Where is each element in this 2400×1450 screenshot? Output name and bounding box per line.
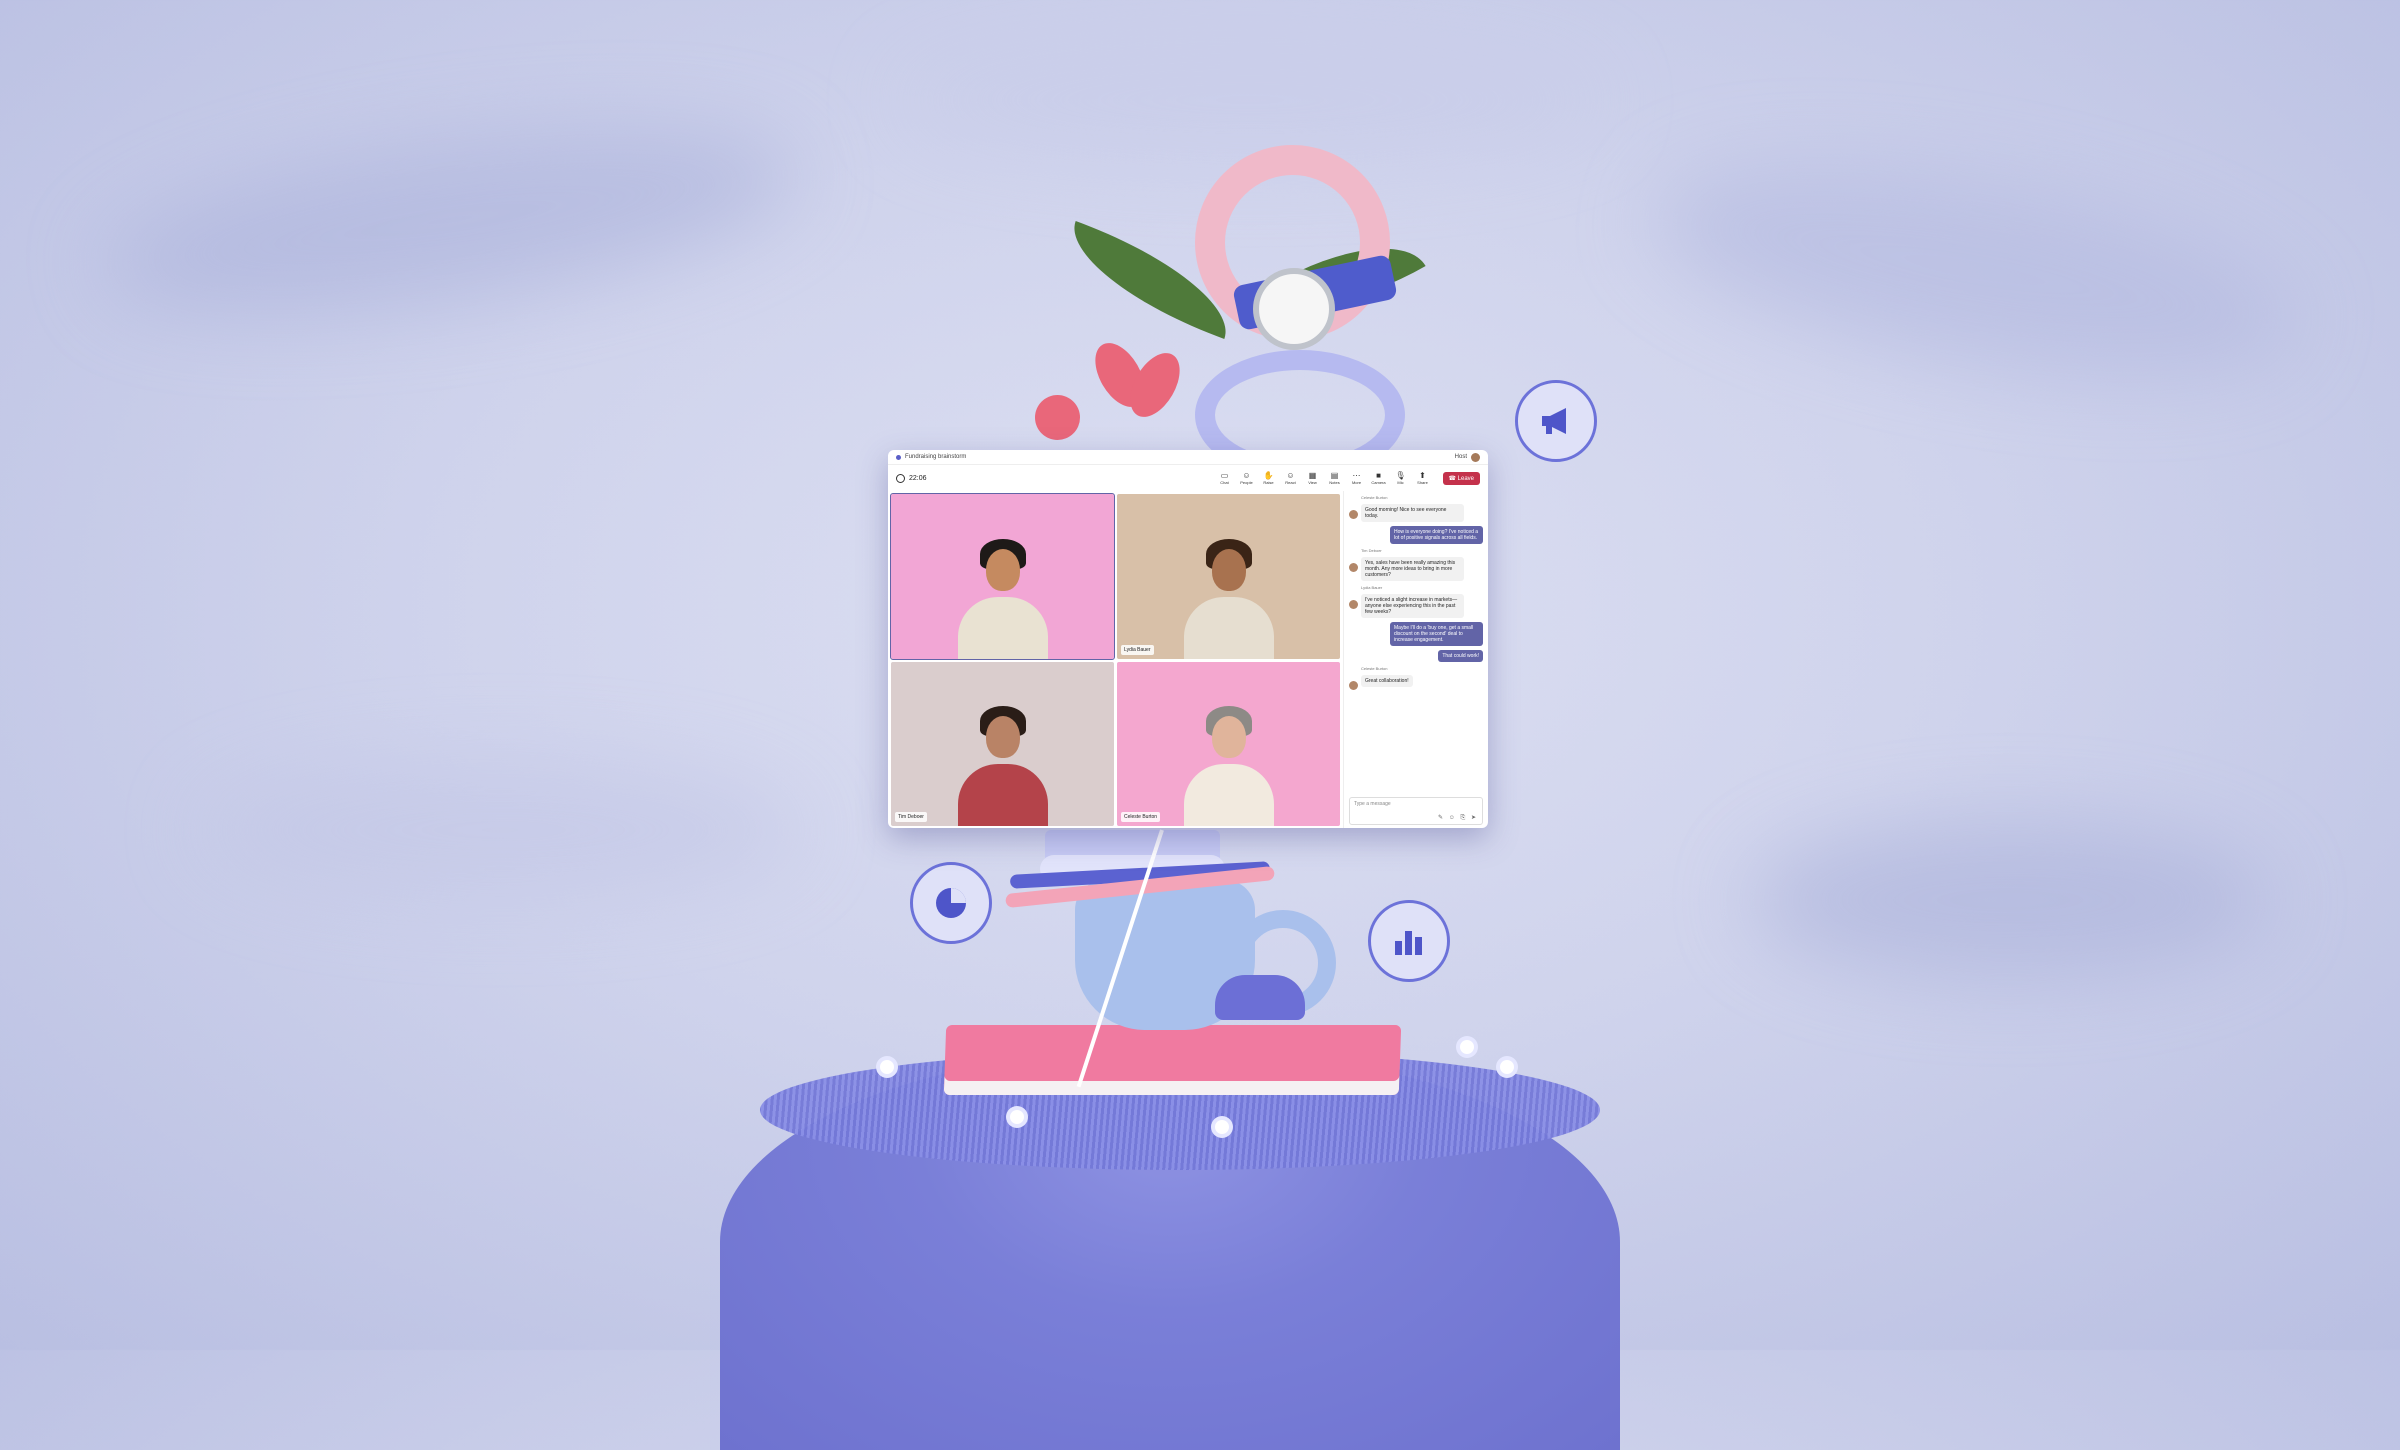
video-grid: Lydia Bauer Tim Deboer Celeste Burton (888, 491, 1343, 828)
participant-video (1183, 538, 1274, 659)
clock-icon (1253, 268, 1335, 350)
meeting-timer: 22:06 (896, 473, 927, 483)
message-sender: Tim Deboer (1361, 548, 1382, 553)
share-button[interactable]: ⬆ Share (1415, 471, 1431, 485)
window-title: Fundraising brainstorm (905, 454, 967, 460)
chat-button[interactable]: ▭ Chat (1217, 471, 1233, 485)
share-icon: ⬆ (1419, 471, 1426, 480)
emoji-icon: ☺ (1286, 471, 1295, 480)
flower-petal (1035, 395, 1080, 440)
meeting-toolbar: 22:06 ▭ Chat ☺ People ✋ Raise ☺ React ▦ View … (888, 465, 1488, 491)
message-bubble: I've noticed a slight increase in market… (1361, 594, 1464, 618)
chat-message: Great collaboration! (1349, 675, 1483, 690)
compose-icons[interactable]: ✎ ☺ ⎘ ➤ (1438, 814, 1478, 822)
chat-message-sent: That could work! (1438, 650, 1483, 662)
message-sender: Celeste Burton (1361, 666, 1388, 671)
chat-panel: Celeste Burton Good morning! Nice to see … (1343, 491, 1488, 828)
chat-message: I've noticed a slight increase in market… (1349, 594, 1483, 618)
organizer-label: Host (1454, 454, 1467, 460)
message-bubble: Great collaboration! (1361, 675, 1413, 687)
message-sender: Lydia Bauer (1361, 585, 1383, 590)
flower (1500, 1060, 1514, 1074)
megaphone-icon (1515, 380, 1597, 462)
video-tile[interactable]: Lydia Bauer (1117, 494, 1340, 659)
flower (1460, 1040, 1474, 1054)
message-sender: Celeste Burton (1361, 495, 1388, 500)
flower (1010, 1110, 1024, 1124)
participant-video (1183, 706, 1274, 826)
timer-text: 22:06 (909, 474, 927, 482)
chat-icon: ▭ (1220, 471, 1229, 480)
avatar[interactable] (1471, 452, 1480, 462)
flower (1215, 1120, 1229, 1134)
avatar (1349, 600, 1358, 609)
participant-body (957, 596, 1048, 659)
camera-button[interactable]: ■ Camera (1371, 471, 1387, 485)
participant-face (1211, 716, 1246, 758)
participant-face (985, 548, 1020, 591)
grid-icon: ▦ (1308, 471, 1317, 480)
video-tile[interactable]: Celeste Burton (1117, 661, 1340, 826)
participant-name: Lydia Bauer (1121, 644, 1154, 655)
background-wave (92, 92, 808, 348)
participant-video (957, 538, 1048, 659)
avatar (1349, 563, 1358, 572)
notes-button[interactable]: ▤ Notes (1327, 471, 1343, 485)
mic-icon: 🎙 (1395, 471, 1406, 480)
notes-icon: ▤ (1330, 471, 1339, 480)
background-wave (200, 760, 800, 900)
chat-message: Good morning! Nice to see everyone today… (1349, 504, 1483, 522)
shield-icon (896, 473, 905, 483)
chat-message-sent: How is everyone doing? I've noticed a lo… (1390, 526, 1483, 544)
background-wave (1750, 820, 2270, 980)
app-icon (896, 454, 901, 460)
title-bar: Fundraising brainstorm Host (888, 450, 1488, 465)
people-button[interactable]: ☺ People (1239, 471, 1255, 485)
mic-button[interactable]: 🎙 Mic (1393, 471, 1409, 485)
chat-message-sent: Maybe I'll do a 'buy one, get a small di… (1390, 622, 1483, 646)
more-icon: ⋯ (1352, 471, 1361, 480)
view-button[interactable]: ▦ View (1305, 471, 1321, 485)
video-tile[interactable] (890, 493, 1115, 660)
participant-body (957, 764, 1048, 826)
pink-book (943, 1025, 1402, 1095)
message-bubble: Yes, sales have been really amazing this… (1361, 557, 1464, 581)
leave-button[interactable]: ☎ Leave (1442, 471, 1480, 485)
participant-face (985, 716, 1020, 758)
chat-message: Yes, sales have been really amazing this… (1349, 557, 1483, 581)
pie-chart-icon (910, 862, 992, 944)
avatar (1349, 681, 1358, 690)
hand-icon: ✋ (1263, 471, 1274, 480)
video-tile[interactable]: Tim Deboer (891, 661, 1114, 826)
participant-video (957, 706, 1048, 826)
more-button[interactable]: ⋯ More (1349, 471, 1365, 485)
camera-icon: ■ (1376, 471, 1381, 480)
phone-icon: ☎ (1448, 475, 1458, 482)
participant-face (1211, 548, 1246, 591)
stapler (1215, 975, 1305, 1020)
people-icon: ☺ (1242, 471, 1251, 480)
background-wave (1639, 124, 2311, 416)
message-input[interactable]: Type a message ✎ ☺ ⎘ ➤ (1349, 797, 1483, 825)
participant-name: Celeste Burton (1121, 812, 1161, 822)
message-bubble: Good morning! Nice to see everyone today… (1361, 504, 1464, 522)
participant-name: Tim Deboer (895, 812, 927, 822)
raise-hand-button[interactable]: ✋ Raise (1261, 471, 1277, 485)
avatar (1349, 510, 1358, 519)
bar-chart-icon (1368, 900, 1450, 982)
background-wave (900, 40, 1600, 160)
react-button[interactable]: ☺ React (1283, 471, 1299, 485)
participant-body (1183, 596, 1274, 659)
flower (880, 1060, 894, 1074)
participant-body (1183, 764, 1274, 826)
meeting-window: Fundraising brainstorm Host 22:06 ▭ Chat … (888, 450, 1488, 828)
